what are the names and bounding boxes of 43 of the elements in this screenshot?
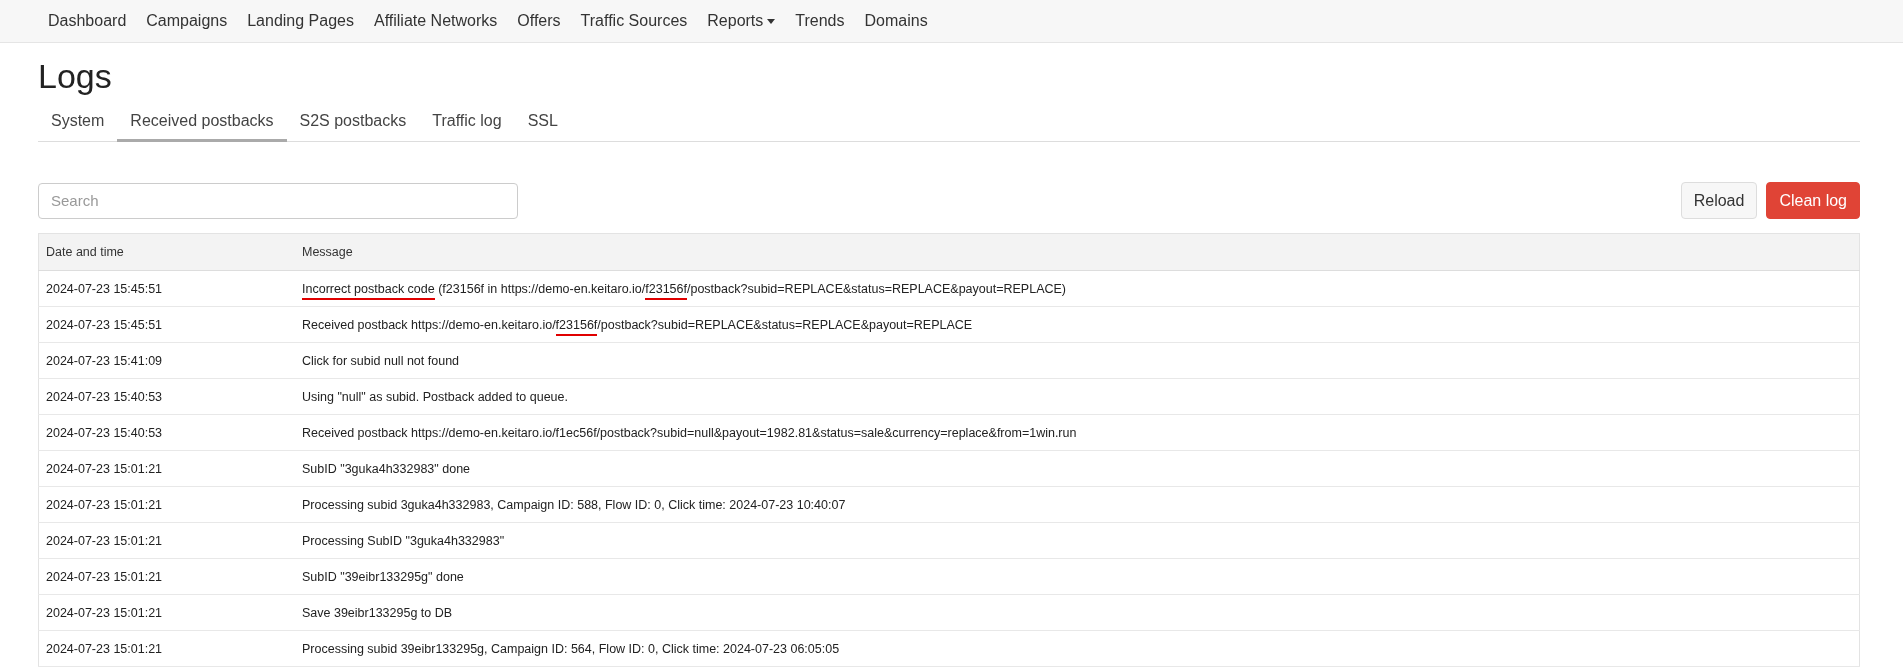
nav-link[interactable]: Campaigns [136,12,238,30]
clean-log-button[interactable]: Clean log [1766,182,1860,219]
date-cell: 2024-07-23 15:01:21 [38,486,295,523]
column-header: Date and time [38,233,295,271]
date-cell: 2024-07-23 15:01:21 [38,594,295,631]
date-cell: 2024-07-23 15:40:53 [38,414,295,451]
date-cell: 2024-07-23 15:45:51 [38,306,295,343]
tab[interactable]: Received postbacks [117,104,287,142]
message-cell: Processing subid 39eibr133295g, Campaign ID: 564, Flow ID: 0, Click time: 2024-07-23 06:05:05 [295,630,1860,667]
message-cell: Processing subid 3guka4h332983, Campaign ID: 588, Flow ID: 0, Click time: 2024-07-23 10:40:07 [295,486,1860,523]
column-header: Message [295,233,1860,271]
search-field[interactable]: Search [38,182,518,219]
date-cell: 2024-07-23 15:01:21 [38,450,295,487]
nav-link[interactable]: Traffic Sources [570,12,698,30]
date-cell: 2024-07-23 15:41:09 [38,342,295,379]
nav-link[interactable]: Domains [854,12,938,30]
nav-link[interactable]: Affiliate Networks [364,12,508,30]
message-cell: Incorrect postback code (f23156f in https://demo-en.keitaro.io/f23156f/postback?subid=REPLACE&status=REPLACE&payout=REPLACE) [295,270,1860,307]
tab[interactable]: Traffic log [419,104,515,142]
tab[interactable]: SSL [514,104,571,142]
message-cell: Received postback https://demo-en.keitaro.io/f23156f/postback?subid=REPLACE&status=REPLACE&payout=REPLACE [295,306,1860,343]
nav-link[interactable]: Trends [785,12,855,30]
nav-link[interactable]: Landing Pages [237,12,364,30]
date-cell: 2024-07-23 15:40:53 [38,378,295,415]
message-cell: SubID "3guka4h332983" done [295,450,1860,487]
date-cell: 2024-07-23 15:01:21 [38,630,295,667]
message-cell: Received postback https://demo-en.keitaro.io/f1ec56f/postback?subid=null&payout=1982.81&status=sale&currency=replace&from=1win.run [295,414,1860,451]
page-title: Logs [38,57,112,96]
date-cell: 2024-07-23 15:45:51 [38,270,295,307]
message-cell: Click for subid null not found [295,342,1860,379]
nav-link[interactable]: Dashboard [38,12,137,30]
reload-button[interactable]: Reload [1680,182,1758,219]
tab[interactable]: S2S postbacks [286,104,420,142]
date-cell: 2024-07-23 15:01:21 [38,522,295,559]
tab[interactable]: System [38,104,118,142]
message-cell: SubID "39eibr133295g" done [295,558,1860,595]
nav-link[interactable]: Offers [507,12,571,30]
date-cell: 2024-07-23 15:01:21 [38,558,295,595]
message-cell: Processing SubID "3guka4h332983" [295,522,1860,559]
message-cell: Save 39eibr133295g to DB [295,594,1860,631]
nav-link[interactable]: Reports [697,12,786,30]
caret-icon [767,18,776,24]
message-cell: Using "null" as subid. Postback added to queue. [295,378,1860,415]
